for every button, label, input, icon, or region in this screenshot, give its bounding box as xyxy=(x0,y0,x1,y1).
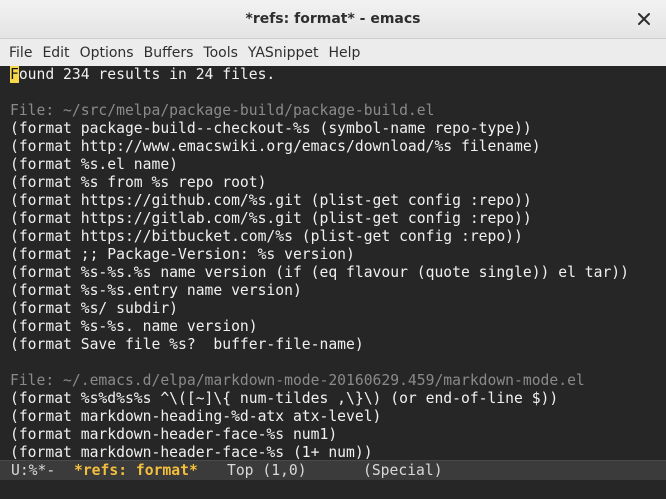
menu-tools[interactable]: Tools xyxy=(194,45,238,61)
result-line[interactable]: (format %s.el name) xyxy=(0,156,666,174)
menu-help[interactable]: Help xyxy=(319,45,360,61)
result-line[interactable]: (format Save file %s? buffer-file-name) xyxy=(0,336,666,354)
result-line[interactable]: (format %s-%s. name version) xyxy=(0,318,666,336)
mode-line: U:%*- *refs: format* Top (1,0) (Special) xyxy=(0,460,666,480)
file-header[interactable]: File: ~/src/melpa/package-build/package-… xyxy=(0,102,666,120)
close-icon[interactable] xyxy=(636,11,652,27)
result-line[interactable]: (format markdown-header-face-%s (1+ num)… xyxy=(0,444,666,461)
result-line[interactable]: (format package-build--checkout-%s (symb… xyxy=(0,120,666,138)
menu-edit[interactable]: Edit xyxy=(33,45,69,61)
modeline-buffer-name[interactable]: *refs: format* xyxy=(74,461,198,480)
title-bar: *refs: format* - emacs xyxy=(0,0,666,39)
modeline-major-mode[interactable]: (Special) xyxy=(363,461,443,480)
menu-bar: File Edit Options Buffers Tools YASnippe… xyxy=(0,39,666,67)
result-line[interactable]: (format %s-%s.%s name version (if (eq fl… xyxy=(0,264,666,282)
editor-buffer[interactable]: Found 234 results in 24 files. File: ~/s… xyxy=(0,66,666,461)
menu-options[interactable]: Options xyxy=(71,45,134,61)
result-line[interactable]: (format ;; Package-Version: %s version) xyxy=(0,246,666,264)
result-line[interactable]: (format markdown-header-face-%s num1) xyxy=(0,426,666,444)
result-line[interactable]: (format https://bitbucket.com/%s (plist-… xyxy=(0,228,666,246)
file-header[interactable]: File: ~/.emacs.d/elpa/markdown-mode-2016… xyxy=(0,372,666,390)
result-line[interactable]: (format http://www.emacswiki.org/emacs/d… xyxy=(0,138,666,156)
result-line[interactable]: (format %s-%s.entry name version) xyxy=(0,282,666,300)
menu-file[interactable]: File xyxy=(0,45,32,61)
modeline-status: U:%*- xyxy=(11,462,56,479)
menu-buffers[interactable]: Buffers xyxy=(135,45,194,61)
minibuffer[interactable] xyxy=(0,480,666,499)
emacs-window: *refs: format* - emacs File Edit Options… xyxy=(0,0,666,499)
modeline-position: Top (1,0) xyxy=(227,462,307,479)
result-line[interactable]: (format %s%d%s%s ^\([~]\{ num-tildes ,\}… xyxy=(0,390,666,408)
text-cursor: F xyxy=(10,66,19,83)
results-summary: Found 234 results in 24 files. xyxy=(0,66,666,84)
result-line[interactable]: (format markdown-heading-%d-atx atx-leve… xyxy=(0,408,666,426)
result-line[interactable]: (format %s from %s repo root) xyxy=(0,174,666,192)
summary-text: ound 234 results in 24 files. xyxy=(18,66,276,83)
result-line[interactable]: (format %s/ subdir) xyxy=(0,300,666,318)
menu-yasnippet[interactable]: YASnippet xyxy=(239,45,319,61)
result-line[interactable]: (format https://gitlab.com/%s.git (plist… xyxy=(0,210,666,228)
window-title: *refs: format* - emacs xyxy=(245,11,421,27)
result-line[interactable]: (format https://github.com/%s.git (plist… xyxy=(0,192,666,210)
